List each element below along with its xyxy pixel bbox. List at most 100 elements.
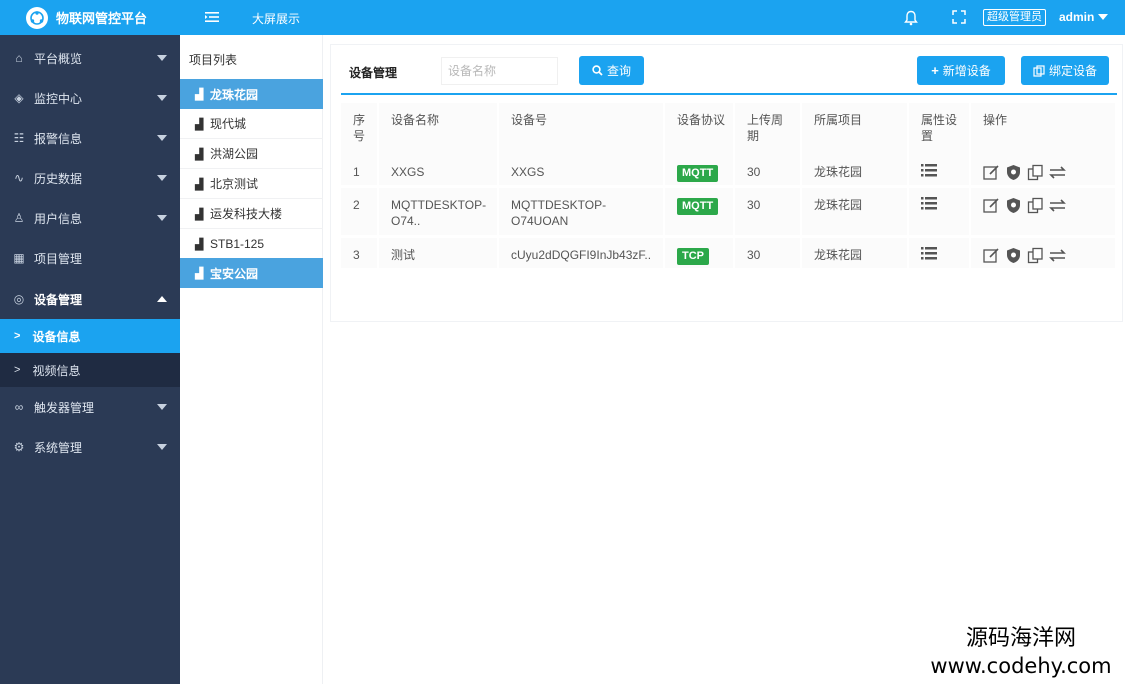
cell-device-no: MQTTDESKTOP-O74UOAN	[498, 186, 665, 238]
sidebar-item-label: 触发器管理	[34, 400, 95, 415]
fullscreen-icon[interactable]	[952, 10, 966, 24]
menu-toggle-icon[interactable]	[204, 9, 220, 25]
watermark-line2: www.codehy.com	[930, 654, 1112, 678]
device-name-search-input[interactable]	[441, 57, 558, 85]
user-menu[interactable]: admin	[1059, 10, 1109, 24]
sidebar-item-label: 设备管理	[34, 292, 83, 307]
sidebar-item-label: 项目管理	[34, 251, 83, 266]
copy-icon	[1033, 64, 1045, 77]
edit-icon[interactable]	[983, 247, 1000, 264]
project-item[interactable]: ▟ STB1-125	[180, 229, 323, 259]
sidebar-item-label: 用户信息	[34, 211, 83, 226]
chevron-down-icon	[157, 215, 167, 221]
app-title: 物联网管控平台	[56, 11, 148, 26]
project-icon: ▦	[13, 251, 25, 265]
cell-project: 龙珠花园	[801, 186, 909, 238]
project-item[interactable]: ▟ 运发科技大楼	[180, 199, 323, 229]
project-item-label: 北京测试	[210, 177, 259, 191]
bind-device-button[interactable]: 绑定设备	[1021, 56, 1109, 85]
shield-icon[interactable]	[1005, 164, 1022, 181]
cell-project: 龙珠花园	[801, 236, 909, 271]
caret-down-icon	[1098, 14, 1109, 20]
project-item-label: 运发科技大楼	[210, 207, 283, 221]
top-bar: 物联网管控平台 大屏展示 超级管理员 admin	[0, 0, 1125, 35]
transfer-icon[interactable]	[1049, 164, 1066, 181]
edit-icon[interactable]	[983, 164, 1000, 181]
user-icon: ♙	[13, 211, 25, 225]
brand[interactable]: 物联网管控平台	[0, 0, 180, 35]
shield-icon[interactable]	[1005, 197, 1022, 214]
home-icon: ⌂	[15, 51, 23, 65]
sidebar-subitem-device-info[interactable]: > 设备信息	[0, 319, 180, 353]
device-icon: ◎	[13, 292, 25, 306]
sidebar-item-label: 系统管理	[34, 440, 83, 455]
cell-protocol: MQTT	[664, 155, 735, 188]
gear-icon: ⚙	[13, 440, 25, 454]
sidebar-item-alarm[interactable]: ☷ 报警信息	[0, 118, 180, 158]
sidebar-item-triggers[interactable]: ∞ 触发器管理	[0, 387, 180, 427]
list-icon[interactable]	[921, 196, 937, 210]
building-icon: ▟	[195, 178, 204, 191]
cell-period: 30	[734, 236, 802, 271]
add-device-button-label: 新增设备	[942, 64, 991, 78]
chevron-right-icon: >	[14, 330, 21, 342]
column-header: 设备协议	[664, 103, 735, 155]
project-item[interactable]: ▟ 北京测试	[180, 169, 323, 199]
list-icon[interactable]	[921, 246, 937, 260]
sidebar-item-overview[interactable]: ⌂ 平台概览	[0, 38, 180, 78]
search-icon	[592, 65, 603, 76]
page-title: 设备管理	[349, 66, 398, 80]
protocol-badge: TCP	[677, 247, 709, 265]
cell-device-no: cUyu2dDQGFI9InJb43zF..	[498, 236, 665, 271]
cell-protocol: MQTT	[664, 186, 735, 238]
cell-ops	[970, 186, 1117, 238]
cell-attr	[908, 186, 971, 238]
copy-icon[interactable]	[1027, 164, 1044, 181]
project-item[interactable]: ▟ 宝安公园	[180, 258, 323, 288]
chevron-down-icon	[157, 135, 167, 141]
protocol-badge: MQTT	[677, 165, 719, 182]
sidebar-item-label: 历史数据	[34, 171, 83, 186]
bigscreen-link[interactable]: 大屏展示	[252, 10, 300, 27]
cell-period: 30	[734, 155, 802, 188]
edit-icon[interactable]	[983, 197, 1000, 214]
bell-icon[interactable]	[904, 10, 918, 26]
sidebar-subitem-video-info[interactable]: > 视频信息	[0, 353, 180, 387]
transfer-icon[interactable]	[1049, 247, 1066, 264]
sidebar-item-system[interactable]: ⚙ 系统管理	[0, 427, 180, 467]
column-header: 设备名称	[378, 103, 499, 155]
building-icon: ▟	[195, 238, 204, 251]
building-icon: ▟	[195, 148, 204, 161]
add-device-button[interactable]: + 新增设备	[917, 56, 1005, 85]
role-badge: 超级管理员	[983, 9, 1046, 26]
sidebar-item-history[interactable]: ∿ 历史数据	[0, 158, 180, 198]
sidebar: ⌂ 平台概览 ◈ 监控中心 ☷ 报警信息 ∿ 历史数据 ♙ 用户信息 ▦ 项目管…	[0, 35, 180, 684]
sidebar-item-projects[interactable]: ▦ 项目管理	[0, 238, 180, 278]
sidebar-subitem-label: 视频信息	[32, 363, 81, 378]
project-item-label: STB1-125	[210, 236, 265, 251]
sidebar-item-monitor[interactable]: ◈ 监控中心	[0, 78, 180, 118]
building-icon: ▟	[195, 268, 204, 280]
copy-icon[interactable]	[1027, 197, 1044, 214]
project-item[interactable]: ▟ 龙珠花园	[180, 79, 323, 109]
bind-device-button-label: 绑定设备	[1048, 64, 1097, 78]
project-item[interactable]: ▟ 现代城	[180, 109, 323, 139]
cell-device-name: 测试	[378, 236, 499, 271]
column-header: 设备号	[498, 103, 665, 155]
chevron-down-icon	[157, 95, 167, 101]
project-item[interactable]: ▟ 洪湖公园	[180, 139, 323, 169]
chevron-down-icon	[157, 55, 167, 61]
query-button-label: 查询	[606, 64, 631, 78]
transfer-icon[interactable]	[1049, 197, 1066, 214]
sidebar-item-users[interactable]: ♙ 用户信息	[0, 198, 180, 238]
sidebar-item-devices[interactable]: ◎ 设备管理	[0, 279, 180, 319]
sidebar-subitem-label: 设备信息	[32, 329, 81, 344]
copy-icon[interactable]	[1027, 247, 1044, 264]
shield-icon[interactable]	[1005, 247, 1022, 264]
column-header: 操作	[970, 103, 1117, 155]
list-icon[interactable]	[921, 164, 937, 177]
query-button[interactable]: 查询	[579, 56, 644, 85]
chevron-right-icon: >	[14, 364, 21, 376]
cell-index: 2	[341, 186, 379, 238]
column-header: 序号	[341, 103, 379, 155]
